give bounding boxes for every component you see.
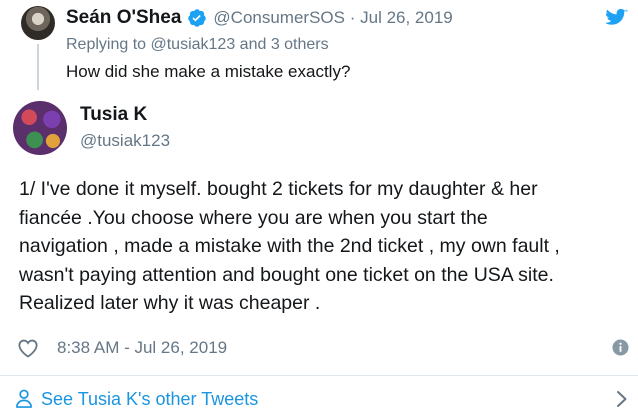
meta-separator: · bbox=[349, 8, 356, 27]
info-icon[interactable] bbox=[612, 339, 629, 356]
tweet-text: 1/ I've done it myself. bought 2 tickets… bbox=[19, 175, 629, 318]
tweet-meta-row: 8:38 AM - Jul 26, 2019 bbox=[17, 336, 227, 360]
parent-author-handle[interactable]: @ConsumerSOS · Jul 26, 2019 bbox=[213, 8, 452, 28]
tweet-text-line: 1/ I've done it myself. bought 2 tickets… bbox=[19, 178, 538, 200]
tweet-text-line: fiancée .You choose where you are when y… bbox=[19, 206, 488, 229]
parent-tweet-text: How did she make a mistake exactly? bbox=[66, 62, 351, 81]
author-handle[interactable]: @tusiak123 bbox=[80, 131, 170, 151]
thread-connector-line bbox=[37, 44, 39, 90]
parent-author-avatar[interactable] bbox=[21, 6, 55, 40]
chevron-right-icon[interactable] bbox=[616, 390, 628, 408]
tweet-text-line: wasn't paying attention and bought one t… bbox=[19, 263, 554, 286]
parent-tweet[interactable]: Seán O'Shea @ConsumerSOS · Jul 26, 2019 … bbox=[0, 0, 638, 95]
replying-to-text[interactable]: Replying to @tusiak123 and 3 others bbox=[66, 36, 329, 54]
parent-author-name[interactable]: Seán O'Shea bbox=[66, 7, 181, 29]
tweet-timestamp[interactable]: 8:38 AM - Jul 26, 2019 bbox=[57, 338, 227, 358]
verified-badge-icon bbox=[187, 8, 207, 28]
twitter-bird-icon[interactable] bbox=[606, 8, 628, 28]
parent-tweet-date[interactable]: Jul 26, 2019 bbox=[360, 8, 453, 27]
parent-tweet-header: Seán O'Shea @ConsumerSOS · Jul 26, 2019 bbox=[66, 6, 453, 30]
tweet-text-line: Realized later why it was cheaper . bbox=[19, 292, 321, 315]
author-name[interactable]: Tusia K bbox=[80, 104, 147, 126]
see-other-tweets-label[interactable]: See Tusia K's other Tweets bbox=[41, 389, 258, 410]
author-avatar[interactable] bbox=[13, 101, 67, 155]
tweet-text-line: navigation , made a mistake with the 2nd… bbox=[19, 235, 560, 258]
see-other-tweets-link[interactable]: See Tusia K's other Tweets bbox=[0, 376, 638, 419]
person-icon bbox=[16, 389, 32, 408]
heart-icon[interactable] bbox=[17, 338, 39, 358]
parent-handle-text: @ConsumerSOS bbox=[213, 8, 345, 27]
